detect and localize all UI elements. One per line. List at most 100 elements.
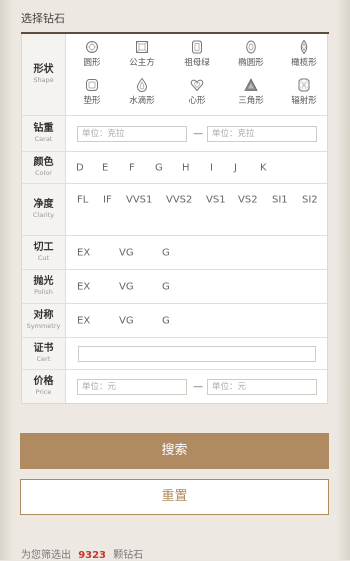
shape-option-round[interactable]: 圆形 — [64, 40, 120, 68]
emerald-icon — [192, 40, 202, 54]
color-option-g[interactable]: G — [155, 162, 163, 173]
shape-name-emerald: 祖母绿 — [184, 58, 210, 68]
marquise-icon — [300, 40, 308, 54]
carat-range: 单位：克拉 — 单位：克拉 — [66, 116, 327, 151]
color-label-en: Color — [35, 169, 52, 177]
clarity-option-si2[interactable]: SI2 — [302, 195, 318, 206]
clarity-row: 净度 Clarity FL IF VVS1 VVS2 VS1 VS2 SI1 S… — [22, 184, 327, 236]
symmetry-row: 对称 Symmetry EX VG G — [22, 304, 327, 338]
shape-label-cn: 形状 — [33, 64, 54, 75]
clarity-option-if[interactable]: IF — [103, 195, 112, 206]
princess-icon — [136, 41, 148, 53]
price-label-cn: 价格 — [33, 376, 54, 387]
cut-option-g[interactable]: G — [162, 247, 170, 258]
carat-label: 钻重 Carat — [22, 116, 66, 151]
color-option-f[interactable]: F — [129, 162, 135, 173]
price-min-input[interactable]: 单位：元 — [77, 378, 187, 395]
shape-name-heart: 心形 — [188, 96, 206, 106]
shape-option-oval[interactable]: 椭圆形 — [223, 40, 279, 68]
color-options: D E F G H I J K — [66, 152, 327, 183]
shape-name-radiant: 辐射形 — [291, 96, 317, 106]
clarity-label: 净度 Clarity — [22, 184, 66, 235]
round-icon — [86, 41, 98, 53]
shape-options: 圆形 公主方 祖母绿 椭圆形 橄榄形 垫形 水滴形 心形 三角形 辐射形 — [66, 34, 327, 115]
cert-label: 证书 Cert — [22, 338, 66, 369]
color-option-i[interactable]: I — [210, 162, 213, 173]
polish-option-ex[interactable]: EX — [77, 281, 90, 292]
search-button[interactable]: 搜索 — [20, 433, 329, 469]
color-option-j[interactable]: J — [234, 162, 237, 173]
color-row: 颜色 Color D E F G H I J K — [22, 152, 327, 184]
symmetry-label: 对称 Symmetry — [22, 304, 66, 337]
heart-icon — [190, 79, 204, 92]
shape-name-princess: 公主方 — [129, 58, 155, 68]
color-label: 颜色 Color — [22, 152, 66, 183]
page-title: 选择钻石 — [21, 12, 65, 25]
polish-label-en: Polish — [34, 288, 53, 296]
cert-label-en: Cert — [36, 355, 51, 363]
cushion-icon — [86, 79, 98, 91]
price-max-input[interactable]: 单位：元 — [207, 378, 317, 395]
reset-button[interactable]: 重置 — [20, 479, 329, 515]
symmetry-option-g[interactable]: G — [162, 315, 170, 326]
cert-field-wrap — [66, 338, 327, 369]
shape-name-cushion: 垫形 — [83, 96, 101, 106]
oval-icon — [246, 40, 256, 54]
symmetry-label-en: Symmetry — [26, 322, 61, 330]
color-option-h[interactable]: H — [182, 162, 190, 173]
carat-row: 钻重 Carat 单位：克拉 — 单位：克拉 — [22, 116, 327, 152]
result-count: 9323 — [78, 550, 107, 561]
color-option-e[interactable]: E — [102, 162, 108, 173]
shape-label: 形状 Shape — [22, 34, 66, 115]
symmetry-label-cn: 对称 — [33, 310, 54, 321]
cert-input[interactable] — [78, 345, 316, 362]
carat-label-cn: 钻重 — [33, 123, 54, 134]
polish-options: EX VG G — [66, 270, 327, 303]
polish-option-vg[interactable]: VG — [119, 281, 134, 292]
price-range: 单位：元 — 单位：元 — [66, 370, 327, 403]
trillion-icon — [244, 78, 258, 91]
shape-name-trillion: 三角形 — [238, 96, 264, 106]
color-option-d[interactable]: D — [76, 162, 84, 173]
clarity-option-vs1[interactable]: VS1 — [206, 195, 226, 206]
shape-option-heart[interactable]: 心形 — [169, 78, 225, 106]
cut-option-vg[interactable]: VG — [119, 247, 134, 258]
clarity-option-vs2[interactable]: VS2 — [238, 195, 258, 206]
result-suffix: 颗钻石 — [113, 550, 144, 561]
symmetry-option-ex[interactable]: EX — [77, 315, 90, 326]
clarity-option-fl[interactable]: FL — [77, 195, 88, 206]
cert-row: 证书 Cert — [22, 338, 327, 370]
price-row: 价格 Price 单位：元 — 单位：元 — [22, 370, 327, 403]
filter-table: 形状 Shape 圆形 公主方 祖母绿 椭圆形 橄榄形 垫形 水滴形 心形 三角… — [21, 34, 328, 404]
clarity-options: FL IF VVS1 VVS2 VS1 VS2 SI1 SI2 — [66, 184, 327, 235]
shape-row: 形状 Shape 圆形 公主方 祖母绿 椭圆形 橄榄形 垫形 水滴形 心形 三角… — [22, 34, 327, 116]
cut-option-ex[interactable]: EX — [77, 247, 90, 258]
page-background: 选择钻石 形状 Shape 圆形 公主方 祖母绿 椭圆形 橄榄形 垫形 水滴形 … — [0, 0, 350, 561]
shape-option-marquise[interactable]: 橄榄形 — [276, 40, 332, 68]
cut-label: 切工 Cut — [22, 236, 66, 269]
shape-label-en: Shape — [33, 76, 54, 84]
color-option-k[interactable]: K — [260, 162, 267, 173]
shape-name-oval: 椭圆形 — [238, 58, 264, 68]
symmetry-option-vg[interactable]: VG — [119, 315, 134, 326]
shape-option-emerald[interactable]: 祖母绿 — [169, 40, 225, 68]
price-label-en: Price — [35, 388, 52, 396]
symmetry-options: EX VG G — [66, 304, 327, 337]
carat-max-input[interactable]: 单位：克拉 — [207, 125, 317, 142]
shape-name-round: 圆形 — [83, 58, 101, 68]
cert-label-cn: 证书 — [33, 343, 54, 354]
clarity-option-vvs2[interactable]: VVS2 — [166, 195, 192, 206]
clarity-option-vvs1[interactable]: VVS1 — [126, 195, 152, 206]
clarity-option-si1[interactable]: SI1 — [272, 195, 288, 206]
carat-separator: — — [193, 128, 203, 139]
shape-option-trillion[interactable]: 三角形 — [223, 78, 279, 106]
shape-option-radiant[interactable]: 辐射形 — [276, 78, 332, 106]
shape-option-pear[interactable]: 水滴形 — [114, 78, 170, 106]
carat-min-input[interactable]: 单位：克拉 — [77, 125, 187, 142]
price-separator: — — [193, 381, 203, 392]
polish-option-g[interactable]: G — [162, 281, 170, 292]
polish-row: 抛光 Polish EX VG G — [22, 270, 327, 304]
color-label-cn: 颜色 — [33, 157, 54, 168]
shape-option-cushion[interactable]: 垫形 — [64, 78, 120, 106]
shape-option-princess[interactable]: 公主方 — [114, 40, 170, 68]
